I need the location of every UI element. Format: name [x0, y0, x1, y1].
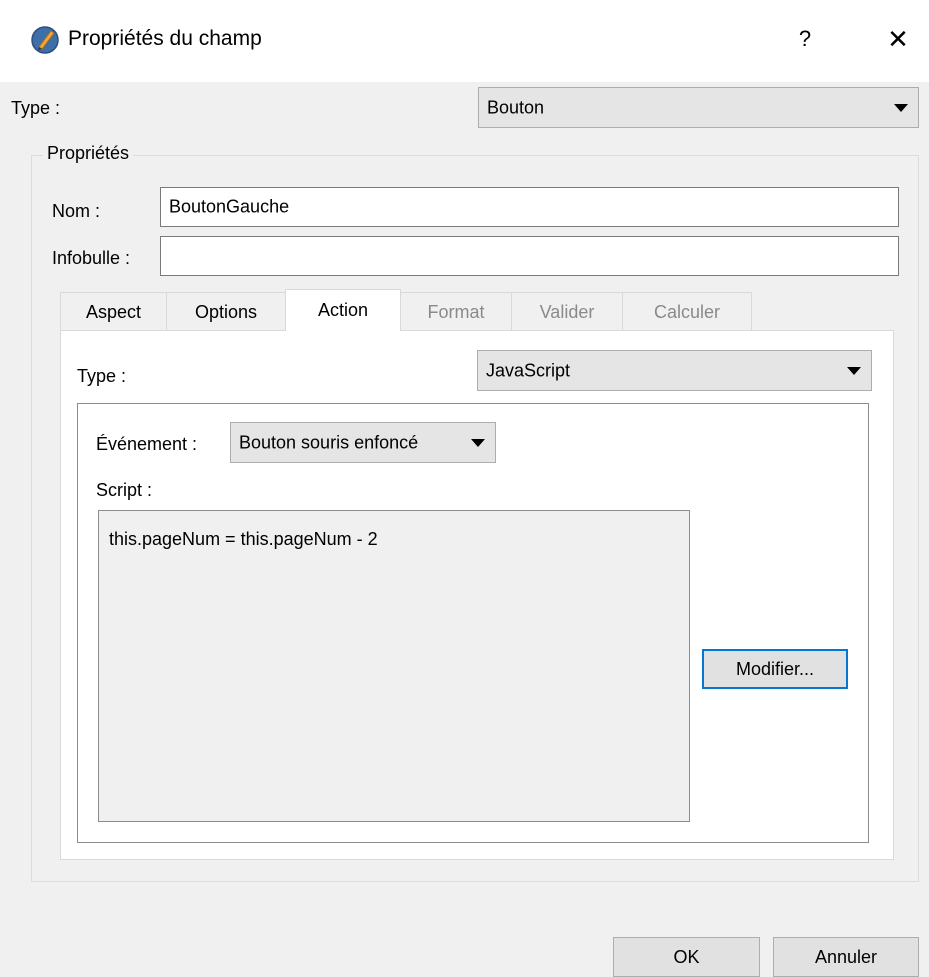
field-properties-dialog: Propriétés du champ ? ✕ Type : Bouton Pr…	[0, 0, 929, 977]
action-type-value: JavaScript	[486, 360, 571, 380]
type-label: Type :	[11, 98, 61, 118]
close-icon[interactable]: ✕	[880, 22, 916, 56]
tab-validate: Valider	[511, 292, 623, 330]
name-field[interactable]: BoutonGauche	[160, 187, 899, 227]
chevron-down-icon	[471, 438, 485, 447]
tooltip-label: Infobulle :	[52, 248, 131, 268]
event-label: Événement :	[96, 434, 198, 454]
field-type-value: Bouton	[487, 97, 545, 117]
app-icon	[31, 26, 59, 54]
chevron-down-icon	[847, 366, 861, 375]
cancel-button[interactable]: Annuler	[773, 937, 919, 977]
script-label: Script :	[96, 480, 153, 500]
properties-group-title: Propriétés	[43, 143, 134, 164]
action-type-label: Type :	[77, 366, 127, 386]
tab-action[interactable]: Action	[285, 289, 401, 331]
tab-options[interactable]: Options	[166, 292, 286, 330]
tab-aspect[interactable]: Aspect	[60, 292, 167, 330]
help-button[interactable]: ?	[790, 22, 820, 56]
action-type-select[interactable]: JavaScript	[477, 350, 872, 391]
modify-button[interactable]: Modifier...	[702, 649, 848, 689]
chevron-down-icon	[894, 103, 908, 112]
window-title: Propriétés du champ	[68, 27, 262, 50]
event-value: Bouton souris enfoncé	[239, 432, 419, 452]
field-type-select[interactable]: Bouton	[478, 87, 919, 128]
script-text-box: this.pageNum = this.pageNum - 2	[98, 510, 690, 822]
name-value: BoutonGauche	[169, 196, 290, 217]
event-select[interactable]: Bouton souris enfoncé	[230, 422, 496, 463]
ok-button[interactable]: OK	[613, 937, 760, 977]
script-text: this.pageNum = this.pageNum - 2	[109, 529, 378, 549]
title-bar: Propriétés du champ ? ✕	[0, 0, 929, 82]
tab-format: Format	[400, 292, 512, 330]
name-label: Nom :	[52, 201, 101, 221]
tooltip-field[interactable]	[160, 236, 899, 276]
tab-calculate: Calculer	[622, 292, 752, 330]
